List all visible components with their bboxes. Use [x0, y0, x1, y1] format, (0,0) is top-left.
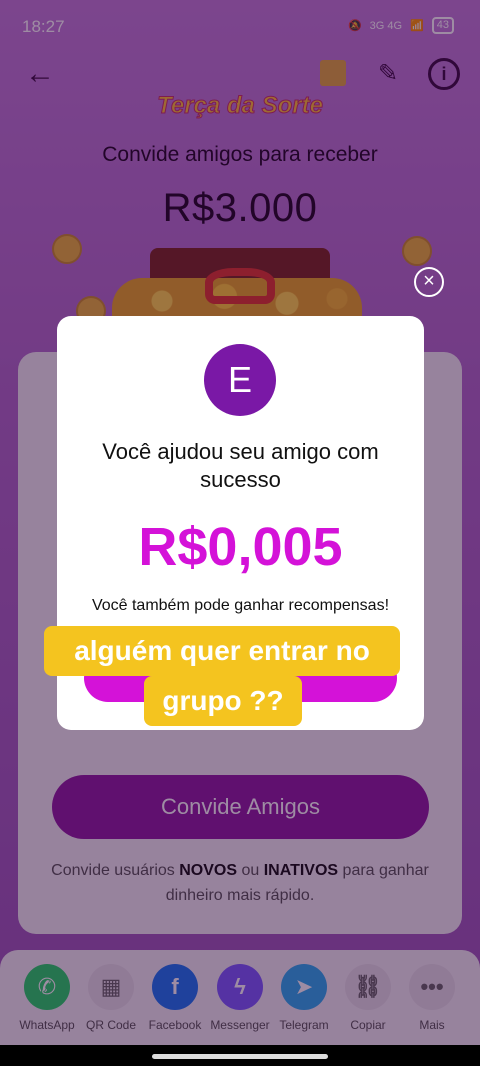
- caption-line-1: alguém quer entrar no: [44, 626, 400, 676]
- share-whatsapp[interactable]: ✆ WhatsApp: [12, 964, 82, 1032]
- qr-code-icon: ▦: [88, 964, 134, 1010]
- prize-amount: R$3.000: [162, 186, 318, 230]
- share-label: QR Code: [85, 1018, 137, 1032]
- share-label: WhatsApp: [19, 1018, 75, 1032]
- share-more[interactable]: ••• Mais: [397, 964, 467, 1032]
- share-label: Messenger: [210, 1018, 270, 1032]
- page-subtitle: Convide amigos para receber: [102, 143, 378, 166]
- info-icon[interactable]: i: [428, 58, 460, 90]
- share-label: Mais: [419, 1018, 445, 1032]
- avatar: E: [204, 344, 276, 416]
- wifi-icon: 📶: [410, 20, 424, 32]
- battery-level: 43: [431, 17, 454, 34]
- status-time: 18:27: [22, 17, 65, 36]
- invite-hint: Convide usuários NOVOS ou INATIVOS para …: [40, 858, 440, 908]
- share-messenger[interactable]: ϟ Messenger: [205, 964, 275, 1032]
- share-facebook[interactable]: f Facebook: [140, 964, 210, 1032]
- whatsapp-icon: ✆: [24, 964, 70, 1010]
- invite-friends-button[interactable]: Convide Amigos: [52, 775, 429, 839]
- messenger-icon: ϟ: [217, 964, 263, 1010]
- gift-ribbon-image: [205, 268, 275, 304]
- facebook-icon: f: [152, 964, 198, 1010]
- share-telegram[interactable]: ➤ Telegram: [269, 964, 339, 1032]
- rank-flag-icon[interactable]: [320, 60, 346, 86]
- mute-icon: 🔕: [347, 20, 362, 32]
- coin-icon: [402, 236, 432, 266]
- share-label: Telegram: [279, 1018, 329, 1032]
- hint-text: ou: [237, 862, 264, 879]
- status-icons: 🔕 3G 4G 📶 43: [348, 17, 454, 34]
- network-label: 3G 4G: [369, 19, 403, 32]
- caption-line-2: grupo ??: [144, 676, 302, 726]
- status-bar: 18:27 🔕 3G 4G 📶 43: [0, 0, 480, 52]
- telegram-icon: ➤: [281, 964, 327, 1010]
- hint-text: Convide usuários: [51, 862, 180, 879]
- hint-inactive: INATIVOS: [263, 862, 339, 879]
- back-arrow-icon[interactable]: ←: [22, 56, 58, 92]
- event-logo: Terça da Sorte: [157, 92, 324, 120]
- home-indicator[interactable]: [152, 1054, 328, 1059]
- dialog-subtitle: Você também pode ganhar recompensas!: [91, 597, 390, 614]
- reward-amount: R$0,005: [138, 517, 343, 577]
- close-icon[interactable]: ×: [414, 267, 444, 297]
- more-icon: •••: [409, 964, 455, 1010]
- share-label: Copiar: [350, 1018, 386, 1032]
- link-icon: ⛓: [345, 964, 391, 1010]
- share-copy-link[interactable]: ⛓ Copiar: [333, 964, 403, 1032]
- coin-icon: [52, 234, 82, 264]
- app-screen: 18:27 🔕 3G 4G 📶 43 ← ✎ i Terça da Sorte …: [0, 0, 480, 1066]
- share-bar: ✆ WhatsApp ▦ QR Code f Facebook ϟ Messen…: [0, 950, 480, 1045]
- share-label: Facebook: [148, 1018, 202, 1032]
- dialog-title: Você ajudou seu amigo com sucesso: [102, 439, 379, 492]
- hint-new: NOVOS: [179, 862, 238, 879]
- edit-pencil-icon[interactable]: ✎: [370, 56, 406, 92]
- share-qr-code[interactable]: ▦ QR Code: [76, 964, 146, 1032]
